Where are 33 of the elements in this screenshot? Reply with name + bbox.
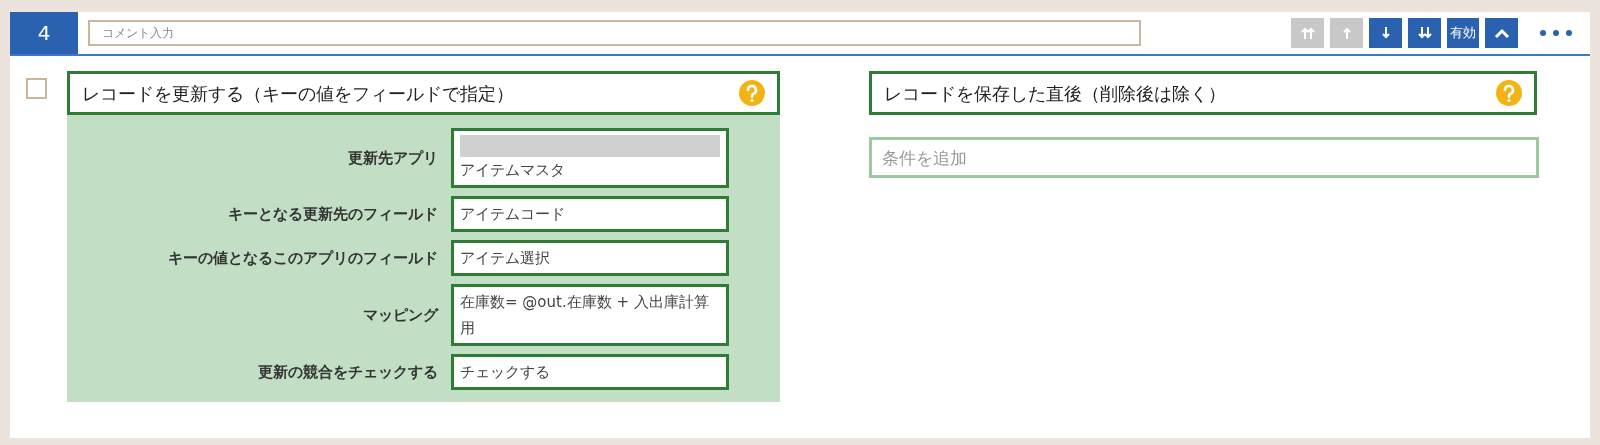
setting-value: アイテムコード bbox=[460, 205, 565, 223]
setting-value: 在庫数= @out.在庫数 + 入出庫計算用 bbox=[460, 293, 709, 337]
double-up-arrow-icon bbox=[1299, 26, 1316, 40]
trigger-title: レコードを保存した直後（削除後は除く） bbox=[884, 81, 1226, 106]
enable-toggle-button[interactable]: 有効 bbox=[1447, 18, 1479, 48]
move-button[interactable] bbox=[1408, 18, 1441, 48]
double-down-arrow-icon bbox=[1416, 26, 1433, 40]
setting-value: アイテム選択 bbox=[460, 249, 550, 267]
help-icon[interactable] bbox=[739, 80, 765, 106]
checkbox[interactable] bbox=[26, 78, 47, 99]
setting-label: 更新の競合をチェックする bbox=[257, 361, 439, 383]
more-icon bbox=[1540, 30, 1572, 36]
up-arrow-icon bbox=[1341, 26, 1352, 40]
comment-field[interactable]: コメント入力 bbox=[88, 20, 1141, 46]
collapse-button[interactable] bbox=[1485, 18, 1518, 48]
setting-value-field[interactable]: アイテムコード bbox=[451, 196, 729, 232]
setting-value-field[interactable]: 在庫数= @out.在庫数 + 入出庫計算用 bbox=[451, 284, 729, 346]
chevron-up-icon bbox=[1493, 28, 1510, 38]
down-arrow-icon bbox=[1380, 26, 1391, 40]
step-number: 4 bbox=[10, 12, 78, 54]
setting-value: アイテムマスタ bbox=[460, 161, 565, 179]
condition-field[interactable]: 条件を追加 bbox=[869, 137, 1539, 178]
setting-value-field[interactable]: アイテムマスタ bbox=[451, 128, 729, 188]
setting-label: キーとなる更新先のフィールド bbox=[227, 203, 439, 225]
setting-value: チェックする bbox=[460, 363, 550, 381]
action-title: レコードを更新する（キーの値をフィールドで指定） bbox=[82, 81, 514, 106]
help-icon[interactable] bbox=[1496, 80, 1522, 106]
setting-label: マッピング bbox=[362, 304, 440, 326]
setting-value-field[interactable]: アイテム選択 bbox=[451, 240, 729, 276]
move-button[interactable] bbox=[1369, 18, 1402, 48]
setting-label: 更新先アプリ bbox=[347, 147, 439, 169]
setting-label: キーの値となるこのアプリのフィールド bbox=[167, 247, 439, 269]
setting-value-field[interactable]: チェックする bbox=[451, 354, 729, 390]
